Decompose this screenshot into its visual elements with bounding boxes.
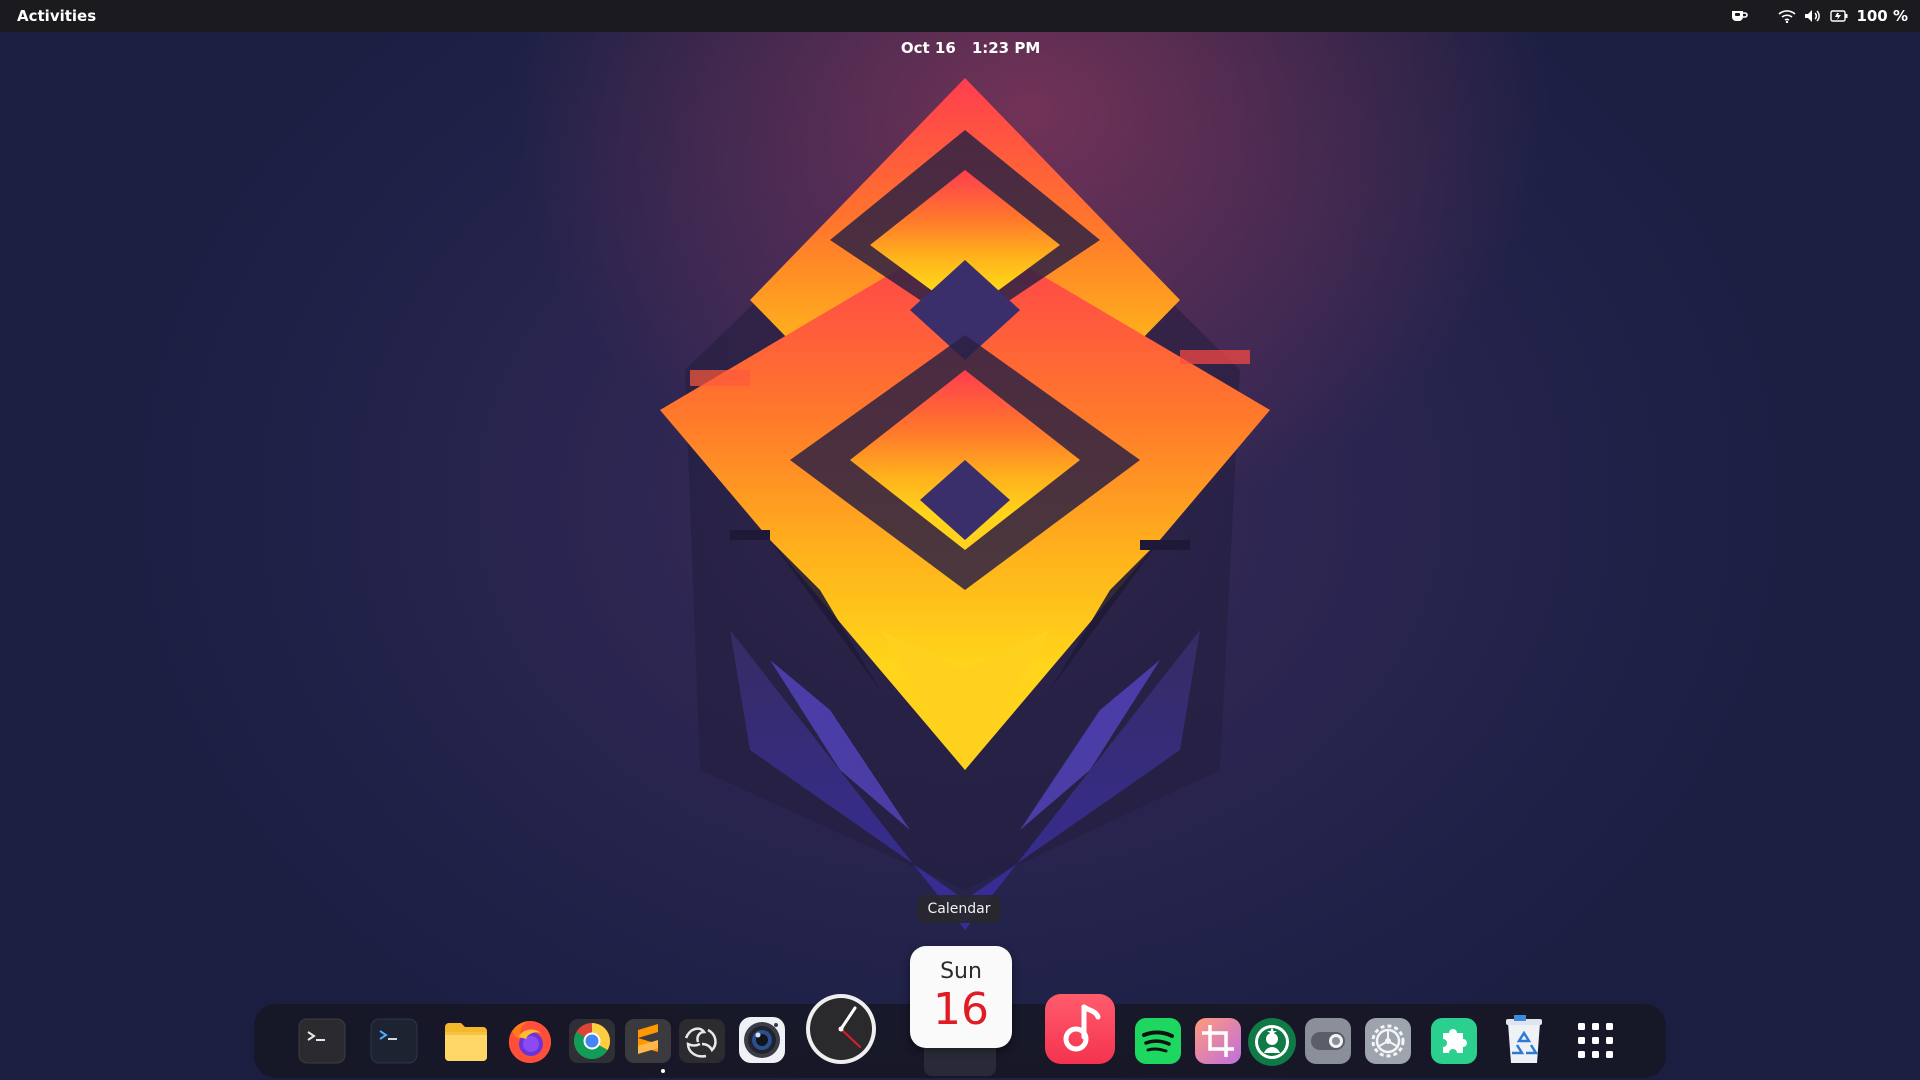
- dock-item-chrome[interactable]: [568, 1018, 616, 1064]
- dock-item-calendar[interactable]: Sun 16: [910, 946, 1012, 1048]
- toggle-icon: [1305, 1018, 1351, 1064]
- gear-icon: [1365, 1018, 1411, 1064]
- system-status-menu[interactable]: 100 %: [1778, 0, 1908, 32]
- calendar-hover-highlight: [924, 1048, 996, 1076]
- dock-item-terminal[interactable]: [298, 1018, 346, 1064]
- coffee-cup-icon[interactable]: [1730, 8, 1748, 24]
- battery-icon: [1830, 10, 1848, 22]
- camera-icon: [739, 1017, 785, 1063]
- recycle-bin-icon: [1506, 1015, 1542, 1063]
- dock-tooltip: Calendar: [917, 895, 1001, 923]
- dock-item-tweaks[interactable]: [1304, 1017, 1352, 1065]
- music-note-icon: [1045, 994, 1115, 1064]
- dock-item-show-applications[interactable]: [1576, 1021, 1616, 1061]
- date-time-menu[interactable]: Oct 16 1:23 PM: [880, 0, 1040, 57]
- dock-item-music[interactable]: [1044, 993, 1116, 1065]
- wifi-icon: [1778, 9, 1796, 23]
- puzzle-icon: [1431, 1018, 1477, 1064]
- starbucks-icon: [1248, 1018, 1296, 1066]
- running-indicator-obs: [661, 1069, 665, 1073]
- activities-button[interactable]: Activities: [17, 0, 96, 32]
- dock-item-screenshot-crop[interactable]: [1194, 1017, 1242, 1065]
- dock-item-extensions[interactable]: [1430, 1017, 1478, 1065]
- dock-item-starbucks[interactable]: [1247, 1017, 1297, 1067]
- crop-icon: [1195, 1018, 1241, 1064]
- dock-item-sublime-text[interactable]: [624, 1018, 672, 1064]
- top-bar: Activities Oct 16 1:23 PM 100 %: [0, 0, 1920, 57]
- time-label: 1:23 PM: [971, 39, 1041, 57]
- dock-item-settings[interactable]: [1364, 1017, 1412, 1065]
- dock-item-trash[interactable]: [1500, 1013, 1548, 1065]
- volume-icon: [1804, 9, 1822, 23]
- dock-item-obs-studio[interactable]: [678, 1018, 726, 1064]
- spotify-icon: [1135, 1018, 1181, 1064]
- clock-icon: [806, 994, 876, 1064]
- calendar-icon-day: Sun: [940, 959, 982, 984]
- app-grid-icon: [1578, 1023, 1613, 1058]
- firefox-icon: [508, 1021, 551, 1064]
- dock-item-clock[interactable]: [804, 992, 878, 1066]
- battery-percentage: 100 %: [1856, 7, 1908, 25]
- dock-item-spotify[interactable]: [1134, 1017, 1182, 1065]
- dock-item-camera[interactable]: [738, 1016, 786, 1064]
- terminal-alt-icon: [370, 1018, 418, 1064]
- wallpaper-artwork: [660, 78, 1270, 930]
- dock-item-files[interactable]: [442, 1017, 490, 1065]
- terminal-icon: [298, 1018, 346, 1064]
- calendar-icon-date: 16: [933, 984, 989, 1035]
- chrome-icon: [569, 1019, 615, 1063]
- dock-item-terminal-alt[interactable]: [370, 1018, 418, 1064]
- sublime-text-icon: [625, 1019, 671, 1063]
- obs-icon: [679, 1019, 725, 1063]
- dock-item-firefox[interactable]: [506, 1017, 554, 1065]
- date-label: Oct 16: [900, 39, 956, 57]
- folder-icon: [445, 1023, 487, 1061]
